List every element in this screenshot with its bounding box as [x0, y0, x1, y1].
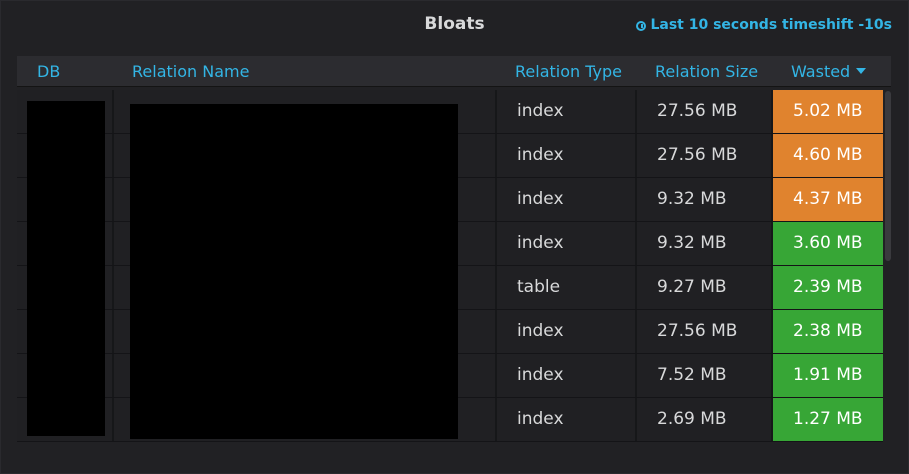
wasted-cell: 3.60 MB [773, 222, 883, 265]
relation-type-cell: index [497, 398, 637, 441]
relation-type-cell: index [497, 134, 637, 177]
wasted-cell: 4.37 MB [773, 178, 883, 221]
relation-type-cell: index [497, 354, 637, 397]
relation-type-cell: index [497, 178, 637, 221]
relation-type-cell: table [497, 266, 637, 309]
wasted-cell: 5.02 MB [773, 90, 883, 133]
clock-icon [636, 21, 647, 31]
wasted-cell: 1.27 MB [773, 398, 883, 441]
column-header-relation-size[interactable]: Relation Size [655, 62, 758, 81]
wasted-cell: 1.91 MB [773, 354, 883, 397]
column-header-relation-type[interactable]: Relation Type [515, 62, 622, 81]
relation-type-cell: index [497, 310, 637, 353]
relation-size-cell: 2.69 MB [637, 398, 773, 441]
column-header-db[interactable]: DB [37, 62, 60, 81]
relation-size-cell: 9.32 MB [637, 178, 773, 221]
redacted-db-column [27, 101, 105, 436]
relation-size-cell: 27.56 MB [637, 310, 773, 353]
wasted-cell: 4.60 MB [773, 134, 883, 177]
table-scrollbar[interactable] [885, 91, 891, 261]
relation-size-cell: 27.56 MB [637, 134, 773, 177]
relation-size-cell: 7.52 MB [637, 354, 773, 397]
timeshift-info: Last 10 seconds timeshift -10s [636, 17, 892, 33]
redacted-relation-names [130, 104, 458, 439]
relation-size-cell: 9.27 MB [637, 266, 773, 309]
table-header: DB Relation Name Relation Type Relation … [17, 56, 891, 87]
relation-type-cell: index [497, 90, 637, 133]
sort-desc-icon [856, 68, 867, 74]
relation-type-cell: index [497, 222, 637, 265]
column-header-relation-name[interactable]: Relation Name [132, 62, 249, 81]
wasted-cell: 2.39 MB [773, 266, 883, 309]
relation-size-cell: 9.32 MB [637, 222, 773, 265]
relation-size-cell: 27.56 MB [637, 90, 773, 133]
wasted-cell: 2.38 MB [773, 310, 883, 353]
timeshift-label: Last 10 seconds timeshift -10s [650, 17, 892, 33]
column-header-wasted[interactable]: Wasted [791, 62, 867, 81]
bloats-panel: Bloats Last 10 seconds timeshift -10s DB… [0, 0, 909, 474]
panel-header: Bloats Last 10 seconds timeshift -10s [1, 1, 908, 51]
